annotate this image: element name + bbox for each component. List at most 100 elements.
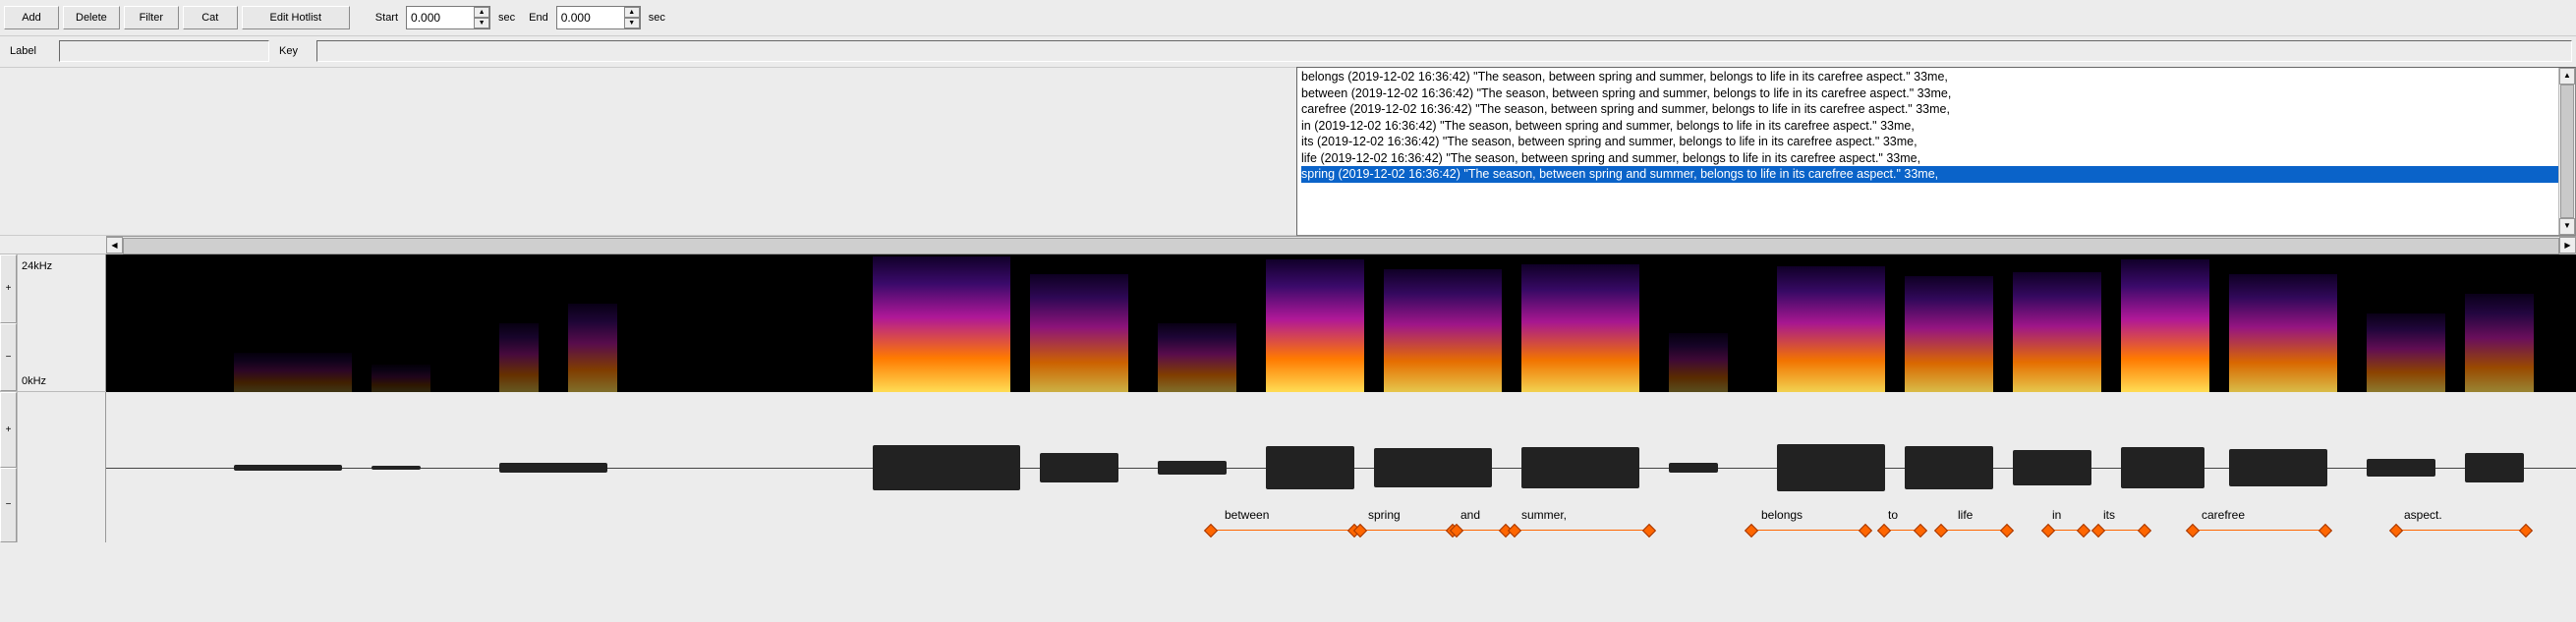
wave-zoom-in[interactable]: + (0, 392, 17, 468)
segment-handle[interactable] (1204, 524, 1218, 537)
segment-label[interactable]: carefree (2202, 508, 2245, 522)
segment-bar[interactable] (2396, 530, 2526, 531)
segment-handle[interactable] (2091, 524, 2105, 537)
segment-label[interactable]: in (2052, 508, 2061, 522)
segment-bar[interactable] (1941, 530, 2007, 531)
segment-bar[interactable] (2193, 530, 2325, 531)
spectro-energy (372, 365, 430, 392)
segment-bar[interactable] (1751, 530, 1865, 531)
waveform-region (1777, 444, 1885, 491)
segment-handle[interactable] (2519, 524, 2533, 537)
segment-label[interactable]: and (1460, 508, 1480, 522)
spectro-zoom-out[interactable]: − (0, 323, 17, 392)
segment-bar[interactable] (1515, 530, 1649, 531)
waveform-region (2229, 449, 2327, 486)
segment-label[interactable]: its (2103, 508, 2115, 522)
list-row[interactable]: between (2019-12-02 16:36:42) "The seaso… (1301, 85, 2571, 102)
segment-handle[interactable] (1508, 524, 1521, 537)
list-row[interactable]: spring (2019-12-02 16:36:42) "The season… (1301, 166, 2571, 183)
spectrogram-canvas[interactable] (106, 254, 2576, 392)
segment-label[interactable]: between (1225, 508, 1269, 522)
listbox-scrollbar[interactable]: ▲ ▼ (2558, 68, 2575, 235)
end-up-arrow[interactable]: ▲ (624, 7, 640, 18)
waveform-canvas[interactable]: between spring and summer, belongs to life in it… (106, 392, 2576, 543)
waveform-region (1905, 446, 1993, 489)
spectro-energy (568, 304, 617, 392)
list-row[interactable]: belongs (2019-12-02 16:36:42) "The seaso… (1301, 69, 2571, 85)
spectro-energy (873, 256, 1010, 392)
segment-handle[interactable] (2389, 524, 2403, 537)
wave-zoom-out[interactable]: − (0, 468, 17, 543)
waveform-region (1374, 448, 1492, 487)
spectro-gutter: + − 24kHz 0kHz (0, 254, 106, 391)
key-field[interactable] (316, 40, 2572, 62)
spectrogram-track: + − 24kHz 0kHz (0, 254, 2576, 391)
segment-handle[interactable] (2138, 524, 2151, 537)
spectro-energy (2121, 259, 2209, 392)
hscroll-thumb[interactable] (123, 238, 2559, 254)
cat-button[interactable]: Cat (183, 6, 238, 29)
segment-handle[interactable] (2077, 524, 2090, 537)
spectro-energy (2465, 294, 2534, 392)
hscroll-right-button[interactable]: ▶ (2559, 237, 2576, 254)
end-down-arrow[interactable]: ▼ (624, 18, 640, 28)
segment-handle[interactable] (2318, 524, 2332, 537)
segment-handle[interactable] (1934, 524, 1948, 537)
start-down-arrow[interactable]: ▼ (474, 18, 489, 28)
segment-handle[interactable] (2041, 524, 2055, 537)
start-up-arrow[interactable]: ▲ (474, 7, 489, 18)
list-row[interactable]: carefree (2019-12-02 16:36:42) "The seas… (1301, 101, 2571, 118)
segment-handle[interactable] (1877, 524, 1891, 537)
list-row[interactable]: its (2019-12-02 16:36:42) "The season, b… (1301, 134, 2571, 150)
spectro-zoom-in[interactable]: + (0, 254, 17, 323)
label-field[interactable] (59, 40, 269, 62)
waveform-region (873, 445, 1020, 490)
segment-label[interactable]: summer, (1521, 508, 1567, 522)
spectro-energy (234, 353, 352, 392)
waveform-region (1266, 446, 1354, 489)
timeline-scroll[interactable]: ◀ ▶ (106, 236, 2576, 254)
segment-handle[interactable] (1642, 524, 1656, 537)
segments-layer: between spring and summer, belongs to life in it… (106, 508, 2576, 541)
segment-handle[interactable] (1859, 524, 1872, 537)
segment-label[interactable]: aspect. (2404, 508, 2442, 522)
toolbar: Add Delete Filter Cat Edit Hotlist Start… (0, 0, 2576, 35)
spectro-top-label: 24kHz (22, 260, 52, 272)
start-stepper[interactable]: ▲ ▼ (406, 6, 490, 29)
segment-label[interactable]: belongs (1761, 508, 1803, 522)
scroll-thumb[interactable] (2560, 85, 2574, 218)
scroll-track[interactable] (2559, 85, 2575, 218)
list-row[interactable]: in (2019-12-02 16:36:42) "The season, be… (1301, 118, 2571, 135)
results-spacer (0, 67, 1296, 236)
spectro-energy (1905, 276, 1993, 392)
end-stepper[interactable]: ▲ ▼ (556, 6, 641, 29)
waveform-track: + − between spring and summer, belongs to life… (0, 391, 2576, 542)
list-row[interactable]: life (2019-12-02 16:36:42) "The season, … (1301, 150, 2571, 167)
delete-button[interactable]: Delete (63, 6, 120, 29)
results-listbox[interactable]: belongs (2019-12-02 16:36:42) "The seaso… (1296, 67, 2576, 236)
spectro-energy (1030, 274, 1128, 392)
segment-label[interactable]: spring (1368, 508, 1401, 522)
segment-label[interactable]: life (1958, 508, 1973, 522)
hscroll-track[interactable] (123, 237, 2559, 254)
scroll-down-button[interactable]: ▼ (2559, 218, 2575, 235)
segment-label[interactable]: to (1888, 508, 1898, 522)
hscroll-left-button[interactable]: ◀ (106, 237, 123, 254)
wave-gutter: + − (0, 392, 106, 542)
scroll-up-button[interactable]: ▲ (2559, 68, 2575, 85)
waveform-region (1521, 447, 1639, 488)
segment-handle[interactable] (2186, 524, 2200, 537)
waveform-region (1158, 461, 1227, 475)
segment-bar[interactable] (1211, 530, 1354, 531)
segment-handle[interactable] (1745, 524, 1758, 537)
filter-button[interactable]: Filter (124, 6, 179, 29)
sec-label-2: sec (649, 12, 665, 24)
segment-bar[interactable] (1360, 530, 1453, 531)
edit-hotlist-button[interactable]: Edit Hotlist (242, 6, 350, 29)
spectro-energy (1266, 259, 1364, 392)
spectro-energy (1777, 266, 1885, 392)
add-button[interactable]: Add (4, 6, 59, 29)
segment-handle[interactable] (1914, 524, 1927, 537)
spectro-energy (1384, 269, 1502, 392)
segment-handle[interactable] (2000, 524, 2014, 537)
